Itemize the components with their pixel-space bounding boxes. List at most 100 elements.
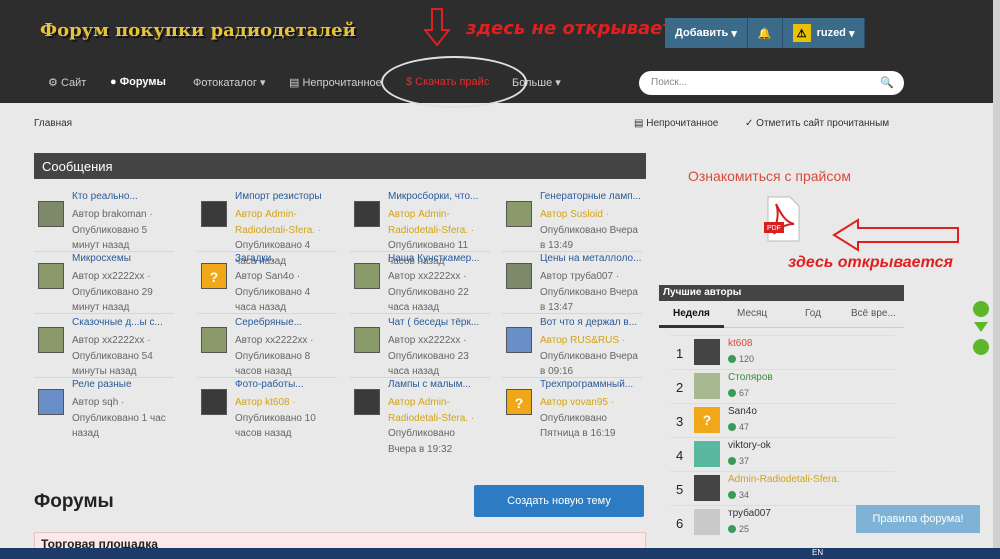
message-avatar[interactable]: ? — [506, 389, 532, 415]
message-item[interactable]: Лампы с малым... Автор Admin- Radiodetali-… — [350, 379, 495, 455]
message-avatar[interactable] — [354, 263, 380, 289]
message-title[interactable]: Вот что я держал в... — [540, 317, 647, 328]
author-avatar[interactable] — [694, 441, 720, 467]
message-item[interactable]: Цены на металлоло... Автор труба007 · Опуб… — [502, 253, 647, 315]
message-meta: Автор vovan95 · Опубликовано Пятница в 16:… — [540, 395, 648, 442]
message-title[interactable]: Сказочные д...ы с... — [72, 317, 179, 328]
message-avatar[interactable] — [38, 389, 64, 415]
author-avatar[interactable] — [694, 475, 720, 501]
message-item[interactable]: Наша Кунсткамер... Автор xx2222xx · Опубли… — [350, 253, 495, 315]
author-name[interactable]: viktory-ok — [728, 440, 771, 451]
message-title[interactable]: Цены на металлоло... — [540, 253, 647, 264]
mark-site-read[interactable]: ✓ Отметить сайт прочитанным — [745, 118, 889, 129]
top-author-row[interactable]: 1 kt608 120 — [670, 335, 895, 369]
search-input[interactable]: Поиск... 🔍 — [639, 71, 904, 95]
nav-unread[interactable]: ▤ Непрочитанное — [289, 76, 382, 89]
author-name[interactable]: Admin-Radiodetali-Sfera. — [728, 474, 840, 485]
pdf-icon[interactable]: PDF — [764, 196, 800, 242]
message-avatar[interactable] — [506, 327, 532, 353]
message-avatar[interactable] — [38, 327, 64, 353]
message-title[interactable]: Серебряные... — [235, 317, 342, 328]
message-title[interactable]: Лампы с малым... — [388, 379, 495, 390]
message-item[interactable]: Генераторные ламп... Автор Susloid · Опубл… — [502, 191, 647, 253]
top-authors-title: Лучшие авторы — [659, 285, 904, 301]
message-avatar[interactable] — [354, 327, 380, 353]
message-item[interactable]: Серебряные... Автор xx2222xx · Опубликован… — [197, 317, 342, 379]
message-title[interactable]: Микросхемы — [72, 253, 179, 264]
tab-year[interactable]: Год — [805, 308, 821, 319]
tab-all-time[interactable]: Всё вре... — [851, 308, 896, 319]
message-avatar[interactable] — [38, 263, 64, 289]
message-avatar[interactable] — [354, 389, 380, 415]
message-item[interactable]: Фото-работы... Автор kt608 · Опубликовано … — [197, 379, 342, 441]
message-item[interactable]: Вот что я держал в... Автор RUS&RUS · Опуб… — [502, 317, 647, 379]
message-title[interactable]: Фото-работы... — [235, 379, 342, 390]
nav-forums[interactable]: ● Форумы — [110, 76, 166, 88]
message-item[interactable]: Микросхемы Автор xx2222xx · Опубликовано 2… — [34, 253, 179, 315]
author-avatar[interactable] — [694, 509, 720, 535]
new-topic-button[interactable]: Создать новую тему — [474, 485, 644, 517]
author-name[interactable]: kt608 — [728, 338, 752, 349]
user-avatar-icon: ⚠ — [792, 24, 811, 42]
down-triangle-icon[interactable] — [973, 321, 989, 333]
forum-rules-button[interactable]: Правила форума! — [856, 505, 980, 533]
user-menu[interactable]: ⚠ ruzed ▾ — [783, 18, 866, 48]
message-title[interactable]: Генераторные ламп... — [540, 191, 647, 202]
message-item[interactable]: Чат ( беседы тёрк... Автор xx2222xx · Опуб… — [350, 317, 495, 379]
message-item[interactable]: Кто реально... Автор brakoman · Опубликова… — [34, 191, 179, 253]
message-avatar[interactable] — [38, 201, 64, 227]
message-item[interactable]: Микросборки, что... Автор Admin- Radiodeta… — [350, 191, 495, 267]
author-name[interactable]: труба007 — [728, 508, 771, 519]
message-title[interactable]: Загадки. — [235, 253, 342, 264]
message-avatar[interactable] — [201, 389, 227, 415]
message-avatar[interactable]: ? — [201, 263, 227, 289]
message-title[interactable]: Микросборки, что... — [388, 191, 495, 202]
tab-month[interactable]: Месяц — [737, 308, 767, 319]
author-avatar[interactable] — [694, 339, 720, 365]
message-meta-line: Автор brakoman · — [72, 209, 153, 220]
message-item[interactable]: ? Загадки. Автор San4o · Опубликовано 4 часа… — [197, 253, 342, 315]
message-item[interactable]: Сказочные д...ы с... Автор xx2222xx · Опуб… — [34, 317, 179, 379]
message-avatar[interactable] — [354, 201, 380, 227]
top-author-row[interactable]: 3? San4o 47 — [670, 403, 895, 437]
add-button[interactable]: Добавить ▾ — [665, 18, 748, 48]
bell-icon[interactable]: 🔔 — [748, 18, 783, 48]
message-title[interactable]: Кто реально... — [72, 191, 179, 202]
breadcrumb-home[interactable]: Главная — [34, 118, 72, 129]
top-author-row[interactable]: 2 Столяров 67 — [670, 369, 895, 403]
message-avatar[interactable] — [201, 201, 227, 227]
message-title[interactable]: Трехпрограммный... — [540, 379, 647, 390]
tab-week[interactable]: Неделя — [673, 308, 710, 319]
message-avatar[interactable] — [506, 201, 532, 227]
author-score-value: 25 — [739, 524, 750, 534]
search-icon[interactable]: 🔍 — [880, 76, 894, 89]
download-icon[interactable] — [973, 339, 989, 355]
message-item[interactable]: Импорт резисторы Автор Admin- Radiodetali-… — [197, 191, 342, 267]
author-name[interactable]: San4o — [728, 406, 757, 417]
top-author-row[interactable]: 5 Admin-Radiodetali-Sfera. 34 — [670, 471, 895, 505]
message-title[interactable]: Импорт резисторы — [235, 191, 342, 202]
message-avatar[interactable] — [201, 327, 227, 353]
top-author-row[interactable]: 4 viktory-ok 37 — [670, 437, 895, 471]
author-avatar[interactable]: ? — [694, 407, 720, 433]
keyboard-language[interactable]: EN — [812, 548, 823, 557]
message-meta-line: Опубликовано 4 — [235, 286, 311, 298]
nav-site[interactable]: ⚙ Сайт — [48, 76, 86, 89]
message-avatar[interactable] — [506, 263, 532, 289]
message-item[interactable]: Реле разные Автор sqh · Опубликовано 1 час… — [34, 379, 179, 441]
message-title[interactable]: Наша Кунсткамер... — [388, 253, 495, 264]
message-item[interactable]: ? Трехпрограммный... Автор vovan95 · Опубли… — [502, 379, 647, 441]
page-scrollbar[interactable] — [993, 0, 1000, 548]
plus-icon — [728, 457, 736, 465]
site-logo[interactable]: Форум покупки радиодеталей — [40, 20, 356, 41]
message-separator — [350, 377, 490, 378]
breadcrumb-unread[interactable]: ▤ Непрочитанное — [634, 118, 718, 129]
message-title[interactable]: Чат ( беседы тёрк... — [388, 317, 495, 328]
nav-photocatalog[interactable]: Фотокаталог ▾ — [193, 76, 266, 89]
author-avatar[interactable] — [694, 373, 720, 399]
author-name[interactable]: Столяров — [728, 372, 773, 383]
message-meta-line: часов назад — [235, 428, 292, 439]
message-title[interactable]: Реле разные — [72, 379, 179, 390]
price-link[interactable]: Ознакомиться с прайсом — [688, 168, 851, 184]
pause-icon[interactable] — [973, 301, 989, 317]
